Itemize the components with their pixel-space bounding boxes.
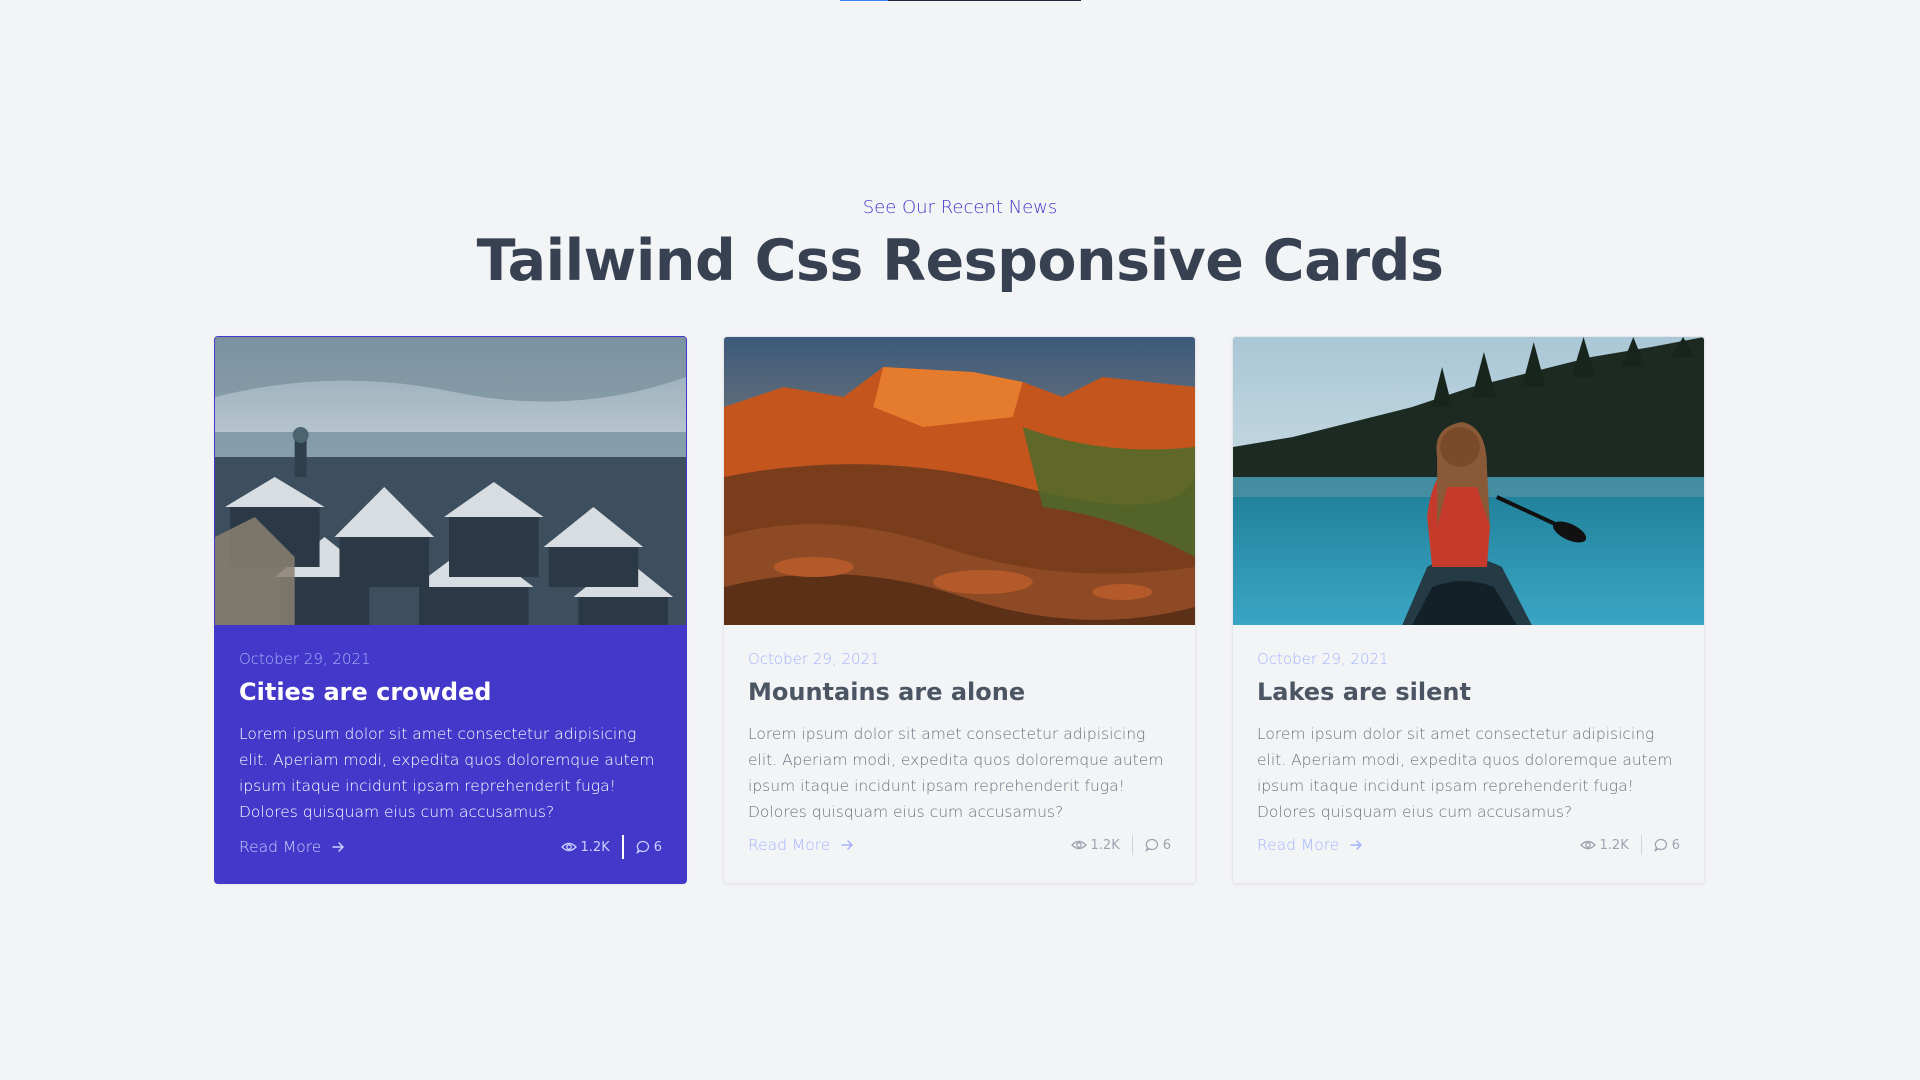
read-more-label: Read More — [239, 838, 322, 856]
top-divider-line — [840, 0, 1081, 1]
views-stat: 1.2K — [1579, 837, 1629, 853]
card-image-city — [215, 337, 686, 625]
card-excerpt: Lorem ipsum dolor sit amet consectetur a… — [748, 725, 1164, 821]
eye-icon — [1070, 839, 1087, 851]
card-footer: Read More 1.2K 6 — [1257, 835, 1680, 855]
card-stats: 1.2K 6 — [560, 835, 662, 859]
card-stats: 1.2K 6 — [1579, 835, 1680, 855]
read-more-link[interactable]: Read More — [748, 836, 854, 854]
card-title[interactable]: Lakes are silent — [1257, 677, 1680, 707]
comments-stat: 6 — [1145, 838, 1171, 853]
comment-icon — [636, 840, 650, 854]
comments-stat: 6 — [1654, 838, 1680, 853]
comment-icon — [1654, 838, 1668, 852]
comment-icon — [1145, 838, 1159, 852]
news-card[interactable]: October 29, 2021 Lakes are silent Lorem … — [1232, 336, 1705, 884]
card-image-lake — [1233, 337, 1704, 625]
views-count: 1.2K — [1090, 837, 1120, 853]
top-divider-accent — [840, 0, 888, 1]
views-count: 1.2K — [1599, 837, 1629, 853]
read-more-label: Read More — [1257, 836, 1340, 854]
views-stat: 1.2K — [560, 839, 610, 855]
stats-divider — [621, 835, 624, 859]
card-title[interactable]: Mountains are alone — [748, 677, 1171, 707]
card-image-canyon — [724, 337, 1195, 625]
arrow-right-icon — [331, 840, 345, 854]
news-card[interactable]: October 29, 2021 Mountains are alone Lor… — [723, 336, 1196, 884]
arrow-right-icon — [840, 838, 854, 852]
section-header: See Our Recent News Tailwind Css Respons… — [0, 196, 1920, 294]
card-title[interactable]: Cities are crowded — [239, 677, 662, 707]
card-excerpt: Lorem ipsum dolor sit amet consectetur a… — [1257, 725, 1673, 821]
eye-icon — [1579, 839, 1596, 851]
comments-stat: 6 — [636, 840, 662, 855]
card-date: October 29, 2021 — [239, 650, 371, 668]
arrow-right-icon — [1349, 838, 1363, 852]
card-footer: Read More 1.2K 6 — [239, 835, 662, 859]
read-more-link[interactable]: Read More — [1257, 836, 1363, 854]
comments-count: 6 — [653, 839, 662, 855]
card-excerpt: Lorem ipsum dolor sit amet consectetur a… — [239, 725, 655, 821]
card-footer: Read More 1.2K 6 — [748, 835, 1171, 855]
views-count: 1.2K — [580, 839, 610, 855]
card-stats: 1.2K 6 — [1070, 835, 1171, 855]
read-more-link[interactable]: Read More — [239, 838, 345, 856]
stats-divider — [1131, 835, 1133, 855]
cards-grid: October 29, 2021 Cities are crowded Lore… — [214, 336, 1706, 884]
eye-icon — [560, 841, 577, 853]
stats-divider — [1640, 835, 1642, 855]
card-date: October 29, 2021 — [748, 650, 880, 668]
views-stat: 1.2K — [1070, 837, 1120, 853]
news-card[interactable]: October 29, 2021 Cities are crowded Lore… — [214, 336, 687, 884]
card-date: October 29, 2021 — [1257, 650, 1389, 668]
section-title: Tailwind Css Responsive Cards — [476, 228, 1444, 294]
comments-count: 6 — [1162, 837, 1171, 853]
section-subtitle: See Our Recent News — [862, 197, 1058, 218]
comments-count: 6 — [1671, 837, 1680, 853]
read-more-label: Read More — [748, 836, 831, 854]
